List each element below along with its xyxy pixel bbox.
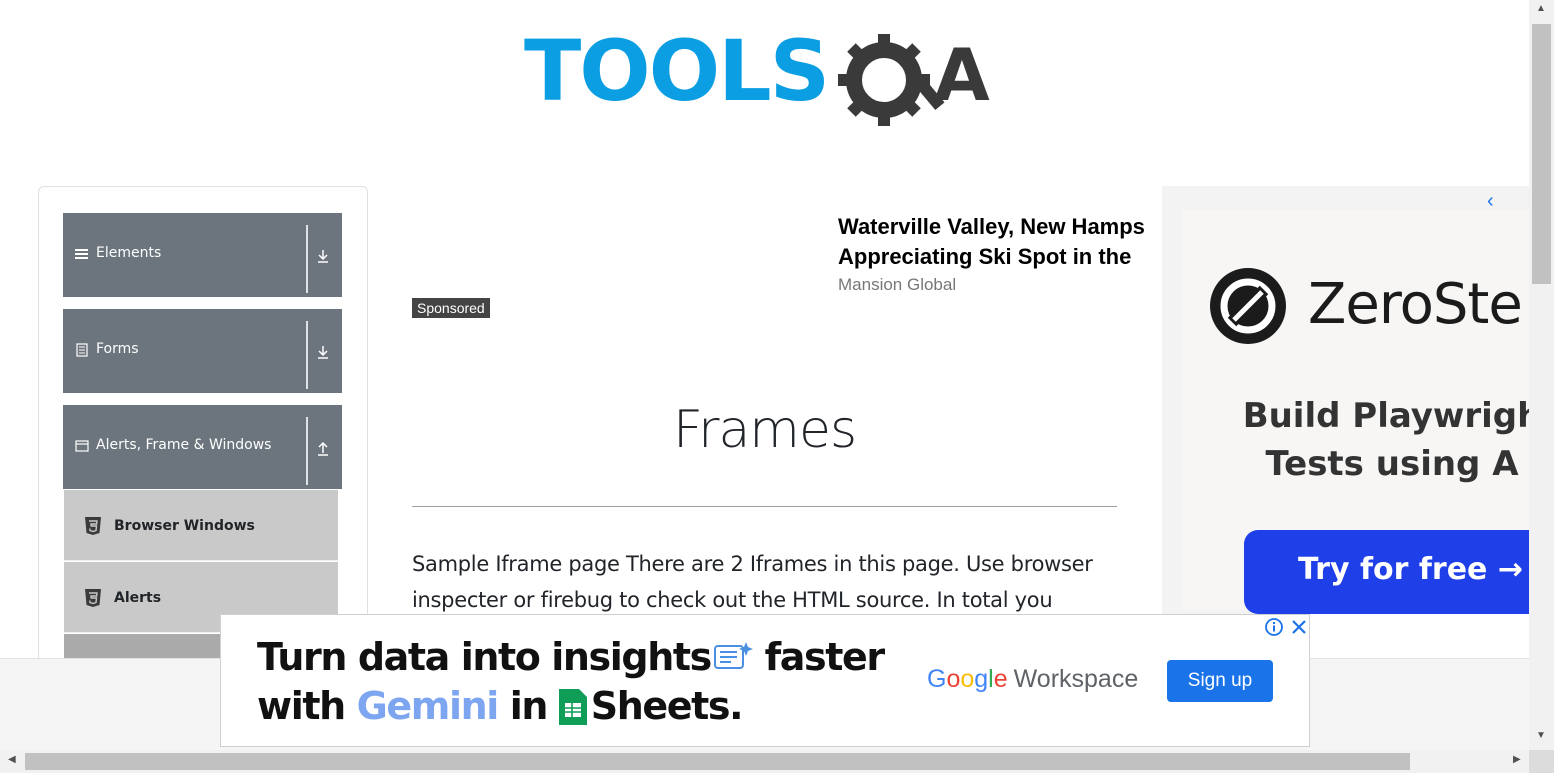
- sidebar-group-label: Forms: [96, 341, 139, 357]
- vertical-scrollbar[interactable]: ▲ ▼: [1529, 0, 1554, 750]
- scroll-up-arrow-icon[interactable]: ▲: [1536, 3, 1546, 14]
- description-line: Sample Iframe page There are 2 Iframes i…: [412, 552, 1093, 576]
- sidebar-item-label: Browser Windows: [114, 518, 255, 534]
- toolsqa-logo[interactable]: TOOLS A: [524, 22, 1012, 138]
- google-workspace-logo: Google Workspace: [927, 665, 1138, 694]
- sidebar-item-label: Alerts: [114, 590, 162, 606]
- sidebar-group-label: Alerts, Frame & Windows: [96, 437, 272, 453]
- info-icon[interactable]: [1264, 617, 1284, 637]
- sign-up-button[interactable]: Sign up: [1167, 660, 1273, 702]
- ad-title-line: Waterville Valley, New Hamps: [838, 214, 1145, 239]
- zerostep-logo: [1210, 268, 1286, 344]
- sidebar-item-browser-windows[interactable]: Browser Windows: [64, 490, 338, 561]
- document-icon: [76, 343, 88, 357]
- download-arrow-icon[interactable]: [315, 343, 331, 361]
- page-title: Frames: [672, 400, 857, 460]
- ad-tagline: Build Playwrigh Tests using A: [1162, 392, 1529, 488]
- svg-text:TOOLS: TOOLS: [524, 22, 828, 120]
- ad-source[interactable]: Mansion Global: [838, 275, 956, 295]
- close-icon[interactable]: [1289, 617, 1309, 637]
- banner-headline: Turn data into insights faster with Gemi…: [257, 633, 885, 731]
- download-arrow-icon[interactable]: [315, 247, 331, 265]
- upload-arrow-icon[interactable]: [315, 439, 331, 457]
- divider: [412, 506, 1117, 507]
- gemini-text: Gemini: [356, 684, 500, 728]
- google-letter: o: [946, 665, 961, 693]
- headline-text: Sheets.: [590, 684, 744, 728]
- window-icon: [75, 440, 89, 452]
- chat-sparkle-icon: [713, 642, 753, 669]
- scroll-left-arrow-icon[interactable]: ◀: [8, 754, 16, 765]
- sponsored-badge: Sponsored: [412, 298, 490, 318]
- scroll-down-arrow-icon[interactable]: ▼: [1536, 730, 1546, 741]
- ad-brand: ZeroSte: [1308, 272, 1523, 337]
- scrollbar-corner: [1529, 750, 1554, 773]
- google-letter: e: [993, 665, 1008, 693]
- headline-text: faster: [752, 635, 885, 679]
- headline-text: Turn data into insights: [257, 635, 712, 679]
- ad-tagline-line: Build Playwrigh: [1242, 396, 1529, 436]
- horizontal-scrollbar[interactable]: ◀ ▶: [0, 750, 1554, 773]
- right-ad[interactable]: ‹ ZeroSte Build Playwrigh Tests using A …: [1162, 186, 1529, 614]
- html5-icon: [85, 589, 101, 607]
- sidebar-group-elements[interactable]: Elements: [63, 213, 342, 297]
- scroll-right-arrow-icon[interactable]: ▶: [1513, 754, 1521, 765]
- description-line: inspecter or firebug to check out the HT…: [412, 588, 1053, 612]
- sponsored-ad-title[interactable]: Waterville Valley, New Hamps Appreciatin…: [838, 212, 1162, 272]
- sheets-icon: [558, 689, 587, 725]
- divider: [306, 417, 308, 485]
- headline-text: in: [497, 684, 559, 728]
- hamburger-icon: [75, 249, 88, 259]
- headline-text: with: [257, 684, 357, 728]
- scrollbar-thumb[interactable]: [25, 753, 1410, 770]
- google-letter: G: [927, 665, 947, 693]
- sidebar-group-forms[interactable]: Forms: [63, 309, 342, 393]
- try-for-free-button[interactable]: Try for free →: [1244, 530, 1529, 614]
- divider: [306, 321, 308, 389]
- sidebar-group-alerts-frame-windows[interactable]: Alerts, Frame & Windows: [63, 405, 342, 489]
- cta-label: Try for free →: [1298, 552, 1523, 587]
- banner-ad[interactable]: Turn data into insights faster with Gemi…: [220, 614, 1310, 747]
- scrollbar-thumb[interactable]: [1532, 24, 1551, 284]
- ad-tagline-line: Tests using A: [1265, 444, 1519, 484]
- svg-text:A: A: [934, 33, 990, 117]
- divider: [306, 225, 308, 293]
- google-letter: g: [974, 665, 989, 693]
- ad-title-line: Appreciating Ski Spot in the: [838, 244, 1132, 269]
- html5-icon: [85, 517, 101, 535]
- google-letter: o: [960, 665, 975, 693]
- sidebar-group-label: Elements: [96, 245, 162, 261]
- page-description: Sample Iframe page There are 2 Iframes i…: [412, 546, 1122, 618]
- workspace-text: Workspace: [1013, 665, 1139, 693]
